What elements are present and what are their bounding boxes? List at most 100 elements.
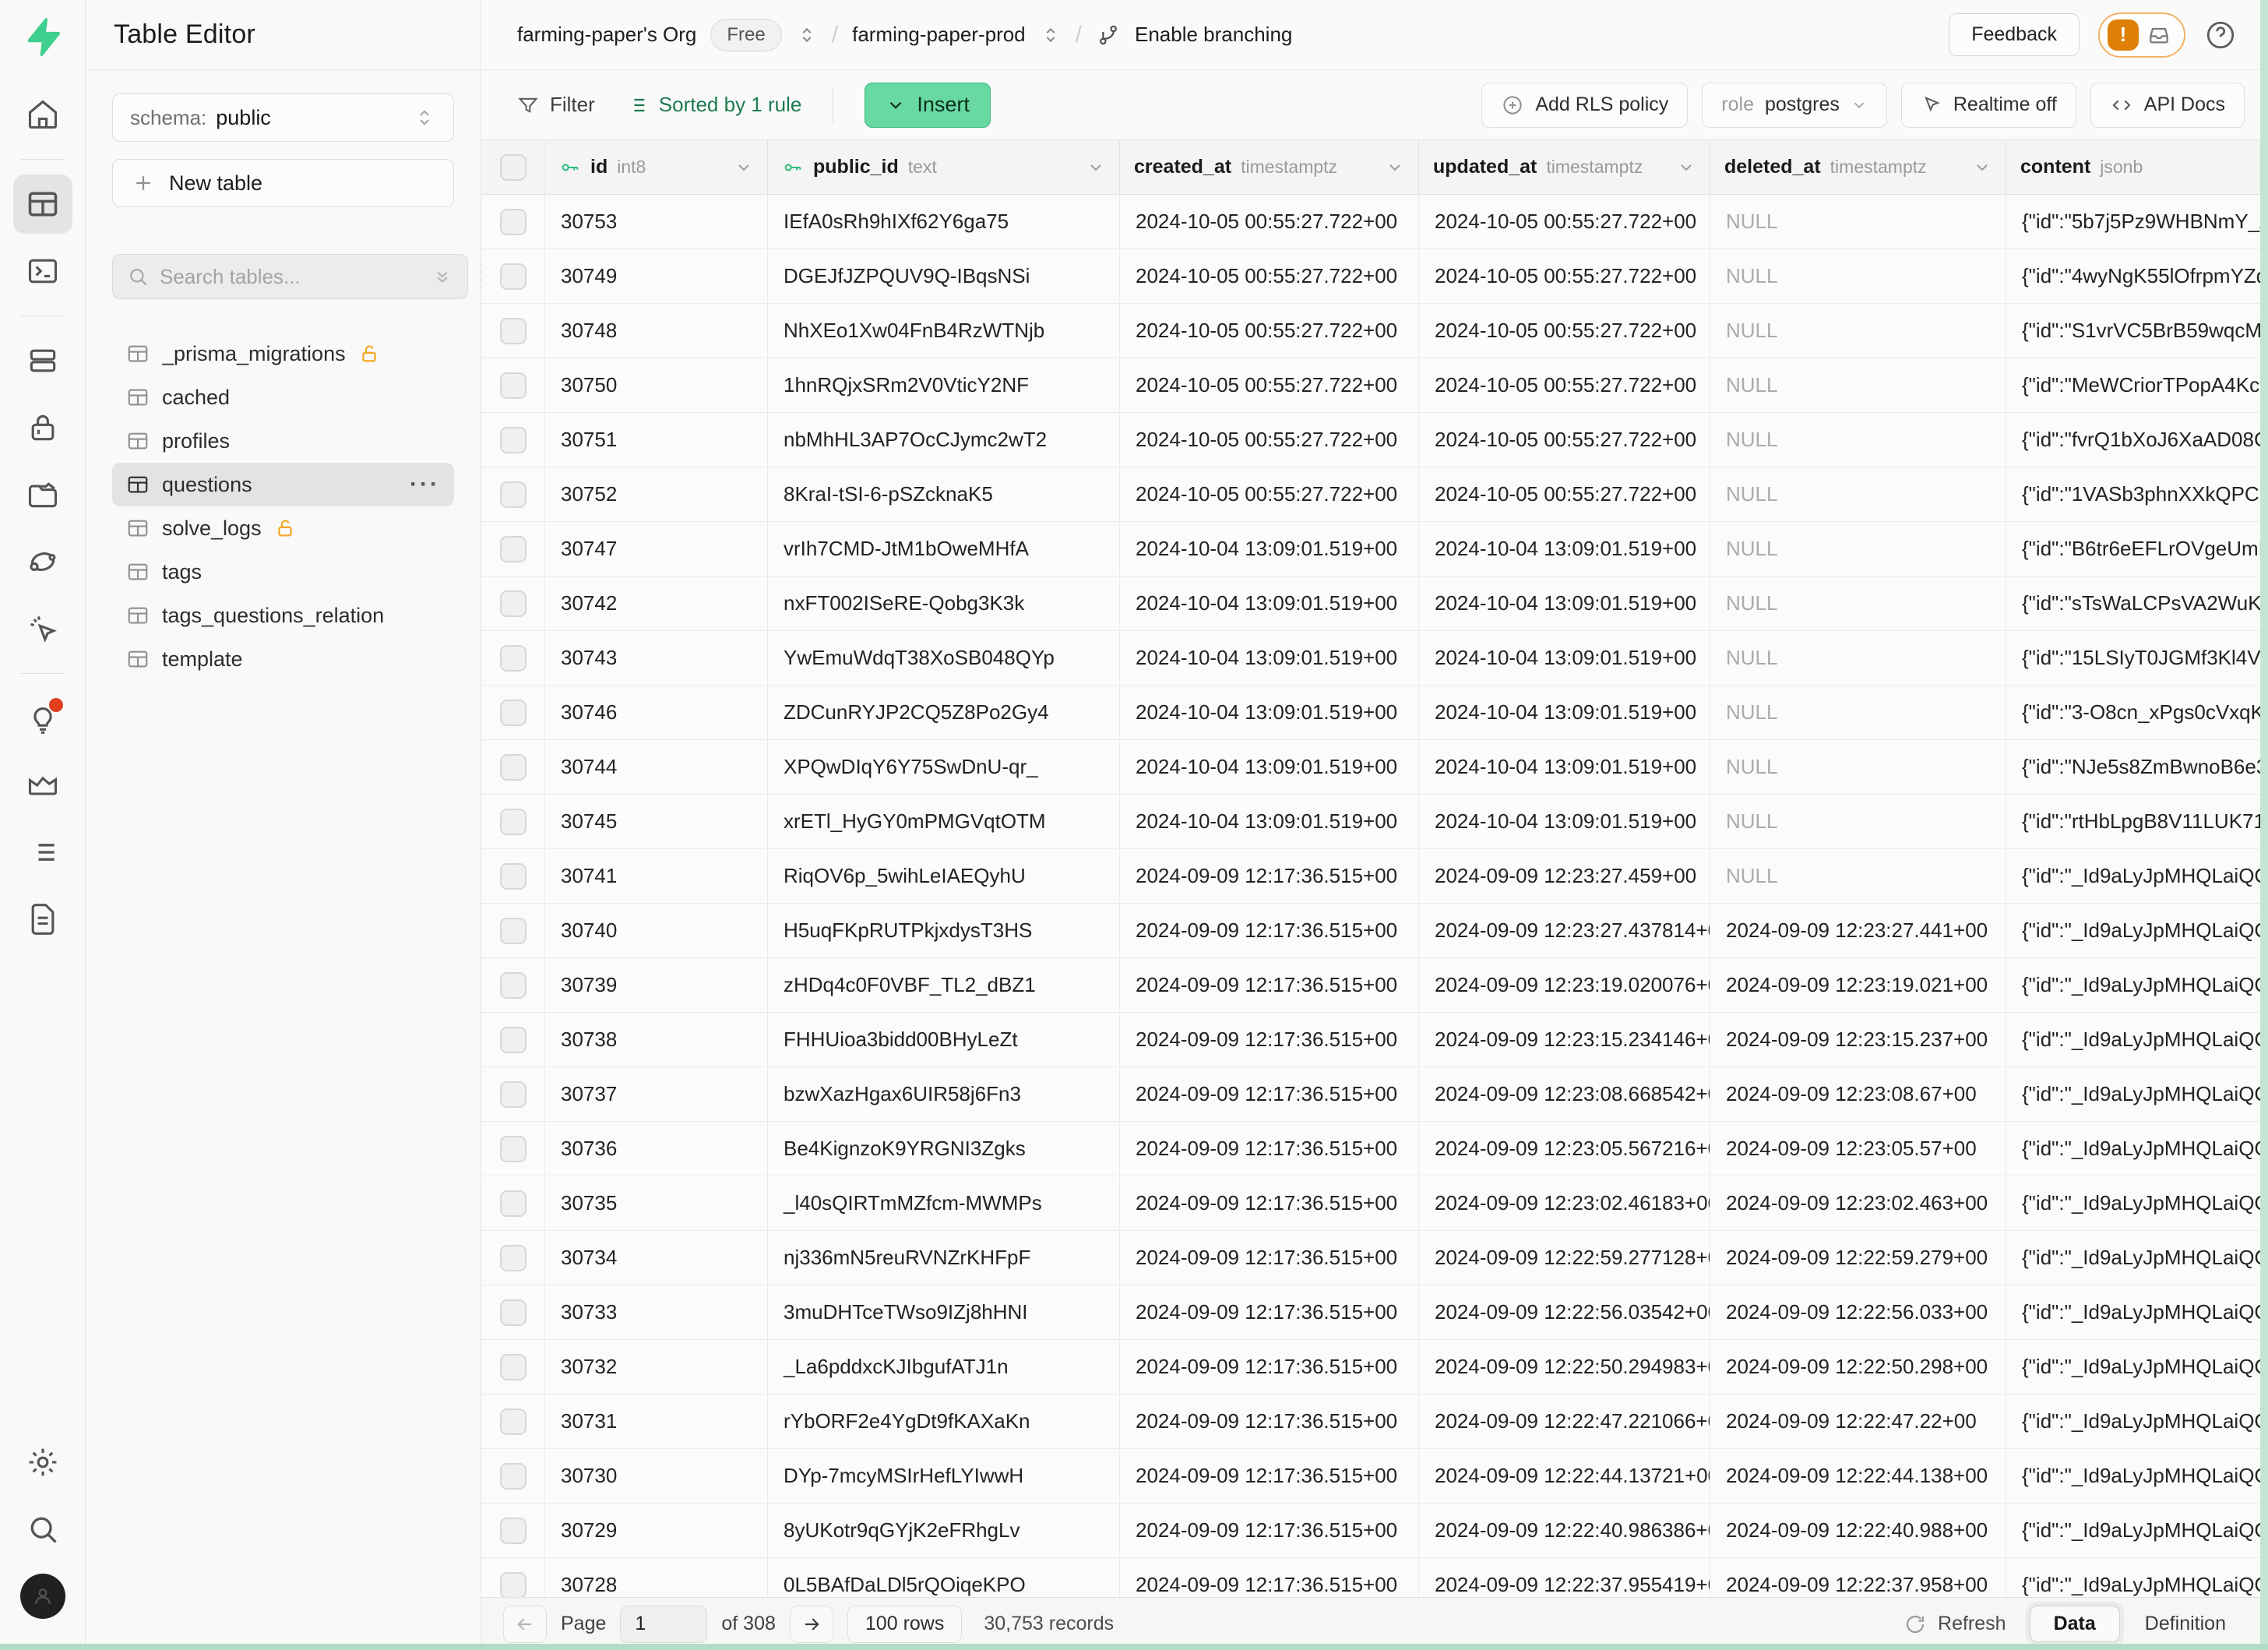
sidebar-item-profiles[interactable]: profiles [112,419,454,463]
column-header-content[interactable]: contentjsonb [2006,140,2268,194]
row-checkbox[interactable] [500,1136,526,1162]
cell-updated_at[interactable]: 2024-09-09 12:22:59.277128+00 [1419,1231,1710,1285]
enable-branching-button[interactable]: Enable branching [1135,23,1292,47]
cell-updated_at[interactable]: 2024-09-09 12:23:27.459+00 [1419,849,1710,903]
cell-content[interactable]: {"id":"_Id9aLyJpMHQLaiQC [2006,1449,2268,1503]
nav-sql-editor[interactable] [13,242,72,301]
tab-definition[interactable]: Definition [2125,1606,2246,1641]
cell-public_id[interactable]: XPQwDIqY6Y75SwDnU-qr_ [768,740,1120,794]
cell-content[interactable]: {"id":"MeWCriorTPopA4Kc9 [2006,358,2268,412]
cell-created_at[interactable]: 2024-10-05 00:55:27.722+00 [1120,195,1419,249]
cell-updated_at[interactable]: 2024-09-09 12:22:56.03542+00 [1419,1285,1710,1339]
column-header-updated_at[interactable]: updated_attimestamptz [1419,140,1710,194]
page-number-input[interactable] [620,1606,707,1643]
cell-deleted_at[interactable]: NULL [1710,413,2006,467]
cell-id[interactable]: 30736 [545,1122,768,1176]
cell-created_at[interactable]: 2024-10-04 13:09:01.519+00 [1120,795,1419,848]
row-checkbox[interactable] [500,1572,526,1598]
sidebar-item-template[interactable]: template [112,637,454,681]
nav-storage[interactable] [13,465,72,524]
cell-created_at[interactable]: 2024-09-09 12:17:36.515+00 [1120,849,1419,903]
cell-created_at[interactable]: 2024-10-05 00:55:27.722+00 [1120,358,1419,412]
cell-deleted_at[interactable]: NULL [1710,249,2006,303]
cell-id[interactable]: 30750 [545,358,768,412]
cell-created_at[interactable]: 2024-09-09 12:17:36.515+00 [1120,1176,1419,1230]
cell-public_id[interactable]: xrETl_HyGY0mPMGVqtOTM [768,795,1120,848]
user-menu[interactable] [13,1567,72,1626]
cell-updated_at[interactable]: 2024-09-09 12:23:02.46183+00 [1419,1176,1710,1230]
row-checkbox[interactable] [500,1081,526,1108]
chevron-down-icon[interactable] [1386,158,1404,177]
cell-public_id[interactable]: zHDq4c0F0VBF_TL2_dBZ1 [768,958,1120,1012]
cell-content[interactable]: {"id":"fvrQ1bXoJ6XaAD08G [2006,413,2268,467]
cell-deleted_at[interactable]: 2024-09-09 12:22:47.22+00 [1710,1394,2006,1448]
cell-updated_at[interactable]: 2024-10-05 00:55:27.722+00 [1419,249,1710,303]
row-checkbox[interactable] [500,1190,526,1217]
cell-updated_at[interactable]: 2024-09-09 12:22:37.955419+00 [1419,1558,1710,1597]
cell-content[interactable]: {"id":"_Id9aLyJpMHQLaiQC [2006,1340,2268,1394]
cell-deleted_at[interactable]: 2024-09-09 12:22:40.988+00 [1710,1504,2006,1557]
cell-content[interactable]: {"id":"_Id9aLyJpMHQLaiQC [2006,1013,2268,1067]
new-table-button[interactable]: New table [112,159,454,207]
cell-updated_at[interactable]: 2024-09-09 12:22:47.221066+00 [1419,1394,1710,1448]
cell-content[interactable]: {"id":"_Id9aLyJpMHQLaiQC [2006,1176,2268,1230]
cell-public_id[interactable]: FHHUioa3bidd00BHyLeZt [768,1013,1120,1067]
row-checkbox[interactable] [500,318,526,344]
cell-updated_at[interactable]: 2024-10-05 00:55:27.722+00 [1419,467,1710,521]
cell-id[interactable]: 30746 [545,686,768,739]
chevron-down-icon[interactable] [1086,158,1105,177]
cell-content[interactable]: {"id":"_Id9aLyJpMHQLaiQC [2006,1504,2268,1557]
cell-updated_at[interactable]: 2024-10-04 13:09:01.519+00 [1419,795,1710,848]
cell-id[interactable]: 30735 [545,1176,768,1230]
cell-deleted_at[interactable]: 2024-09-09 12:22:50.298+00 [1710,1340,2006,1394]
row-checkbox[interactable] [500,863,526,890]
row-checkbox[interactable] [500,1463,526,1490]
cell-content[interactable]: {"id":"_Id9aLyJpMHQLaiQC [2006,1394,2268,1448]
cell-content[interactable]: {"id":"rtHbLpgB8V11LUK7152 [2006,795,2268,848]
cell-deleted_at[interactable]: 2024-09-09 12:23:15.237+00 [1710,1013,2006,1067]
chevron-down-icon[interactable] [1973,158,1992,177]
supabase-logo-icon[interactable] [19,12,67,61]
cell-created_at[interactable]: 2024-10-05 00:55:27.722+00 [1120,467,1419,521]
cell-public_id[interactable]: 0L5BAfDaLDl5rQOiqeKPO [768,1558,1120,1597]
row-checkbox[interactable] [500,700,526,726]
sidebar-item-_prisma_migrations[interactable]: _prisma_migrations [112,332,454,375]
next-page-button[interactable] [790,1606,833,1643]
cell-id[interactable]: 30743 [545,631,768,685]
cell-public_id[interactable]: rYbORF2e4YgDt9fKAXaKn [768,1394,1120,1448]
cell-updated_at[interactable]: 2024-10-04 13:09:01.519+00 [1419,631,1710,685]
sidebar-item-tags_questions_relation[interactable]: tags_questions_relation [112,594,454,637]
cell-public_id[interactable]: ZDCunRYJP2CQ5Z8Po2Gy4 [768,686,1120,739]
row-checkbox[interactable] [500,427,526,453]
row-checkbox[interactable] [500,591,526,617]
sidebar-item-tags[interactable]: tags [112,550,454,594]
cell-id[interactable]: 30753 [545,195,768,249]
realtime-toggle-button[interactable]: Realtime off [1901,83,2076,128]
nav-table-editor[interactable] [13,175,72,234]
row-checkbox[interactable] [500,536,526,562]
cell-content[interactable]: {"id":"S1vrVC5BrB59wqcM4 [2006,304,2268,358]
cell-content[interactable]: {"id":"5b7j5Pz9WHBNmY_A [2006,195,2268,249]
cell-deleted_at[interactable]: NULL [1710,686,2006,739]
cell-id[interactable]: 30748 [545,304,768,358]
cell-created_at[interactable]: 2024-09-09 12:17:36.515+00 [1120,1449,1419,1503]
cell-updated_at[interactable]: 2024-09-09 12:22:50.294983+00 [1419,1340,1710,1394]
cell-created_at[interactable]: 2024-09-09 12:17:36.515+00 [1120,1285,1419,1339]
cell-content[interactable]: {"id":"1VASb3phnXXkQPCpw [2006,467,2268,521]
cell-id[interactable]: 30730 [545,1449,768,1503]
cell-deleted_at[interactable]: 2024-09-09 12:22:56.033+00 [1710,1285,2006,1339]
feedback-button[interactable]: Feedback [1949,13,2080,56]
cell-public_id[interactable]: IEfA0sRh9hIXf62Y6ga75 [768,195,1120,249]
cell-public_id[interactable]: NhXEo1Xw04FnB4RzWTNjb [768,304,1120,358]
cell-public_id[interactable]: 8yUKotr9qGYjK2eFRhgLv [768,1504,1120,1557]
cell-updated_at[interactable]: 2024-10-04 13:09:01.519+00 [1419,522,1710,576]
cell-created_at[interactable]: 2024-09-09 12:17:36.515+00 [1120,1013,1419,1067]
cell-deleted_at[interactable]: 2024-09-09 12:23:19.021+00 [1710,958,2006,1012]
cell-updated_at[interactable]: 2024-09-09 12:23:05.567216+00 [1419,1122,1710,1176]
schema-select[interactable]: schema: public [112,93,454,142]
cell-id[interactable]: 30729 [545,1504,768,1557]
cell-public_id[interactable]: DYp-7mcyMSIrHefLYIwwH [768,1449,1120,1503]
cell-created_at[interactable]: 2024-09-09 12:17:36.515+00 [1120,1122,1419,1176]
cell-deleted_at[interactable]: NULL [1710,467,2006,521]
cell-created_at[interactable]: 2024-10-04 13:09:01.519+00 [1120,522,1419,576]
